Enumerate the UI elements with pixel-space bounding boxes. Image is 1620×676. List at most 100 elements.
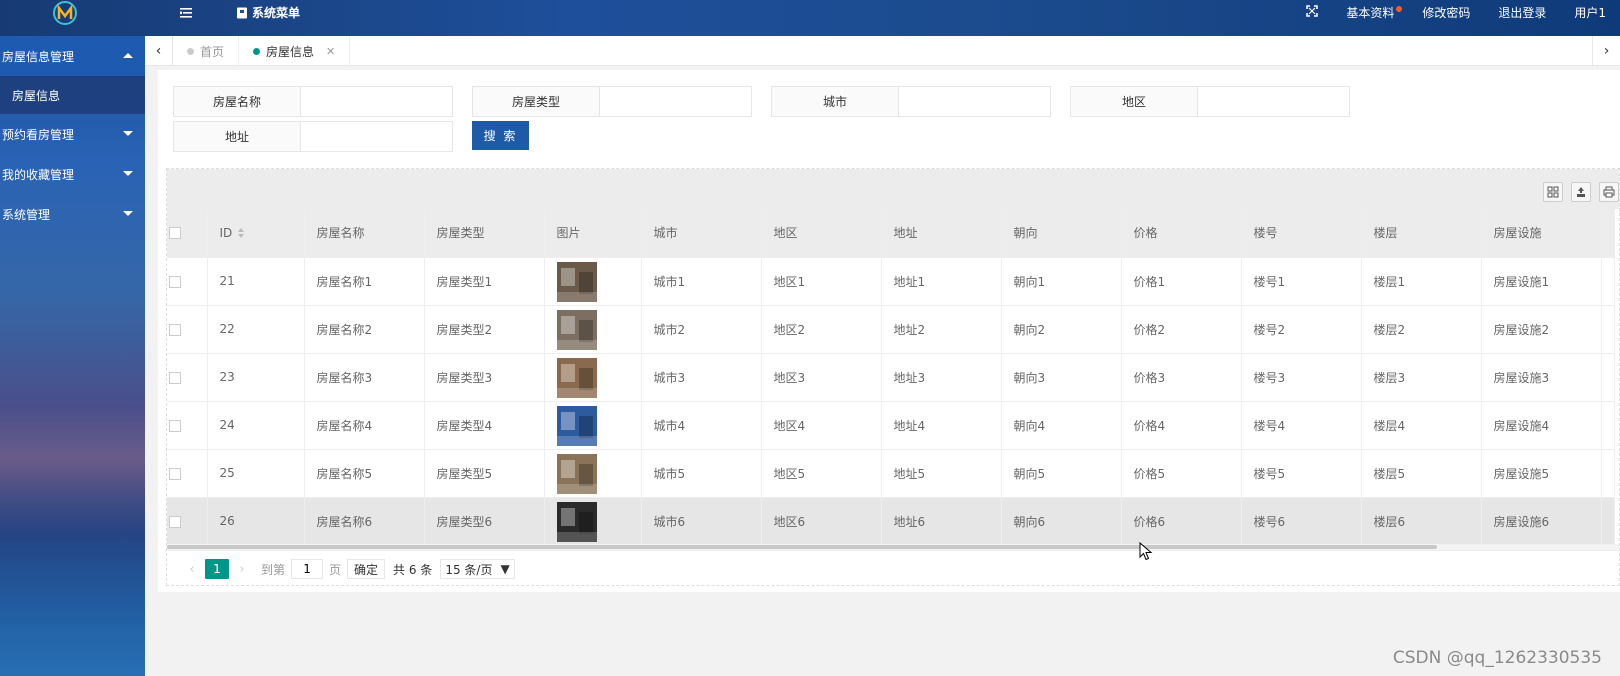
table-row[interactable]: 25 房屋名称5 房屋类型5 城市5 地区5 地址5 朝向5 价格5 楼号5 楼层5 房屋设施5 [167, 449, 1615, 498]
prev-page-icon[interactable]: ‹ [179, 562, 205, 577]
house-thumbnail[interactable] [556, 261, 597, 302]
page-size-select[interactable]: 15 条/页 ▼ [440, 559, 515, 579]
column-header[interactable]: 房屋类型 [424, 209, 545, 258]
close-icon[interactable]: ✕ [326, 45, 335, 58]
menu-toggle-icon[interactable] [178, 5, 194, 21]
search-field-name: 房屋名称 [173, 86, 453, 117]
column-header[interactable]: 房屋名称 [304, 209, 425, 258]
table-cell: 楼号3 [1241, 353, 1362, 402]
address-input[interactable] [301, 121, 453, 152]
column-header[interactable]: 地址 [881, 209, 1002, 258]
column-header[interactable]: 地区 [761, 209, 882, 258]
table-cell: 楼层5 [1361, 449, 1482, 498]
house-thumbnail[interactable] [556, 309, 597, 350]
table-cell: 城市3 [641, 353, 762, 402]
row-checkbox[interactable] [169, 371, 181, 384]
column-header[interactable]: 房屋设施 [1481, 209, 1602, 258]
export-icon [1577, 187, 1585, 197]
table-cell [1601, 449, 1615, 498]
sidebar-item-house-info[interactable]: 房屋信息 [0, 76, 145, 114]
export-button[interactable] [1571, 182, 1591, 202]
table-cell: 地址4 [881, 401, 1002, 450]
column-header-label: 楼号 [1253, 226, 1278, 241]
search-button[interactable]: 搜 索 [472, 121, 529, 150]
select-all-checkbox[interactable] [169, 227, 181, 240]
logout-link[interactable]: 退出登录 [1484, 4, 1560, 21]
sidebar-group-viewing[interactable]: 预约看房管理 [0, 114, 145, 154]
city-input[interactable] [899, 86, 1051, 117]
scrollbar-thumb[interactable] [167, 545, 1437, 549]
column-header[interactable]: 城市 [641, 209, 762, 258]
field-label: 房屋名称 [173, 86, 301, 117]
house-thumbnail[interactable] [556, 405, 597, 446]
sidebar-group-favorites[interactable]: 我的收藏管理 [0, 154, 145, 194]
table-cell: 朝向3 [1001, 353, 1122, 402]
table-row[interactable]: 24 房屋名称4 房屋类型4 城市4 地区4 地址4 朝向4 价格4 楼号4 楼层4 房屋设施4 [167, 401, 1615, 450]
search-field-address: 地址 [173, 121, 453, 152]
column-header[interactable]: 朝向 [1001, 209, 1122, 258]
table-row[interactable]: 22 房屋名称2 房屋类型2 城市2 地区2 地址2 朝向2 价格2 楼号2 楼层2 房屋设施2 [167, 305, 1615, 354]
tab-home[interactable]: 首页 [173, 36, 240, 66]
table-cell: 地址6 [881, 497, 1002, 546]
column-header[interactable]: 楼号 [1241, 209, 1362, 258]
watermark: CSDN @qq_1262330535 [1392, 648, 1602, 668]
bookmark-icon [237, 7, 247, 18]
row-checkbox[interactable] [169, 419, 181, 432]
tab-scroll-left-icon[interactable]: ‹ [145, 36, 173, 66]
house-thumbnail[interactable] [556, 357, 597, 398]
sort-icon[interactable] [238, 228, 245, 239]
image-cell [544, 401, 642, 450]
row-checkbox[interactable] [169, 323, 181, 336]
row-checkbox[interactable] [169, 275, 181, 288]
sidebar-group-system[interactable]: 系统管理 [0, 194, 145, 234]
table-cell: 楼号6 [1241, 497, 1362, 546]
print-button[interactable] [1599, 182, 1619, 202]
column-header-label: 朝向 [1013, 226, 1038, 241]
user-menu[interactable]: 用户1 [1560, 4, 1620, 21]
column-header[interactable]: ID [207, 209, 305, 258]
current-page[interactable]: 1 [205, 559, 229, 579]
column-header[interactable]: 楼层 [1361, 209, 1482, 258]
row-select-cell [167, 305, 208, 354]
next-page-icon[interactable]: › [229, 562, 255, 577]
tab-label: 首页 [200, 44, 225, 59]
column-header[interactable]: 价格 [1121, 209, 1242, 258]
system-menu-title[interactable]: 系统菜单 [236, 4, 300, 21]
logo-icon [53, 1, 77, 25]
columns-filter-button[interactable] [1543, 182, 1563, 202]
sidebar-group-house-info[interactable]: 房屋信息管理 [0, 36, 145, 76]
table-cell: 地址3 [881, 353, 1002, 402]
house-thumbnail[interactable] [556, 501, 597, 542]
table-row[interactable]: 21 房屋名称1 房屋类型1 城市1 地区1 地址1 朝向1 价格1 楼号1 楼层1 房屋设施1 [167, 257, 1615, 306]
profile-link[interactable]: 基本资料 [1332, 4, 1408, 21]
house-type-input[interactable] [600, 86, 752, 117]
table-cell: 城市5 [641, 449, 762, 498]
table-header-row: ID 房屋名称 房屋类型 图片 城市 地区 地址 朝向 价格 楼号 楼层 房屋设施 [167, 209, 1615, 258]
table-row[interactable]: 26 房屋名称6 房屋类型6 城市6 地区6 地址6 朝向6 价格6 楼号6 楼层6 房屋设施6 [167, 497, 1615, 546]
row-checkbox[interactable] [169, 467, 181, 480]
house-name-input[interactable] [301, 86, 453, 117]
fullscreen-button[interactable] [1292, 5, 1332, 20]
column-header[interactable]: 图片 [544, 209, 642, 258]
goto-page-input[interactable] [291, 559, 324, 579]
table-row[interactable]: 23 房屋名称3 房屋类型3 城市3 地区3 地址3 朝向3 价格3 楼号3 楼层3 房屋设施3 [167, 353, 1615, 402]
table-cell: 城市2 [641, 305, 762, 354]
column-header-label: 地区 [773, 226, 798, 241]
table-cell [1601, 401, 1615, 450]
chevron-down-icon [123, 131, 133, 136]
tab-scroll-right-icon[interactable]: › [1592, 36, 1620, 66]
goto-confirm-button[interactable]: 确定 [347, 559, 386, 579]
table-cell: 楼号1 [1241, 257, 1362, 306]
district-input[interactable] [1198, 86, 1350, 117]
table-cell: 地址1 [881, 257, 1002, 306]
change-password-link[interactable]: 修改密码 [1408, 4, 1484, 21]
tab-label: 房屋信息 [266, 44, 315, 59]
sidebar-group-label: 房屋信息管理 [2, 49, 75, 64]
house-thumbnail[interactable] [556, 453, 597, 494]
row-checkbox[interactable] [169, 515, 181, 528]
tab-house-info[interactable]: 房屋信息 ✕ [239, 36, 351, 66]
tab-bar: ‹ 首页 房屋信息 ✕ › [145, 36, 1620, 66]
table-cell: 楼号5 [1241, 449, 1362, 498]
table-cell: 价格1 [1121, 257, 1242, 306]
table-cell: 房屋设施4 [1481, 401, 1602, 450]
